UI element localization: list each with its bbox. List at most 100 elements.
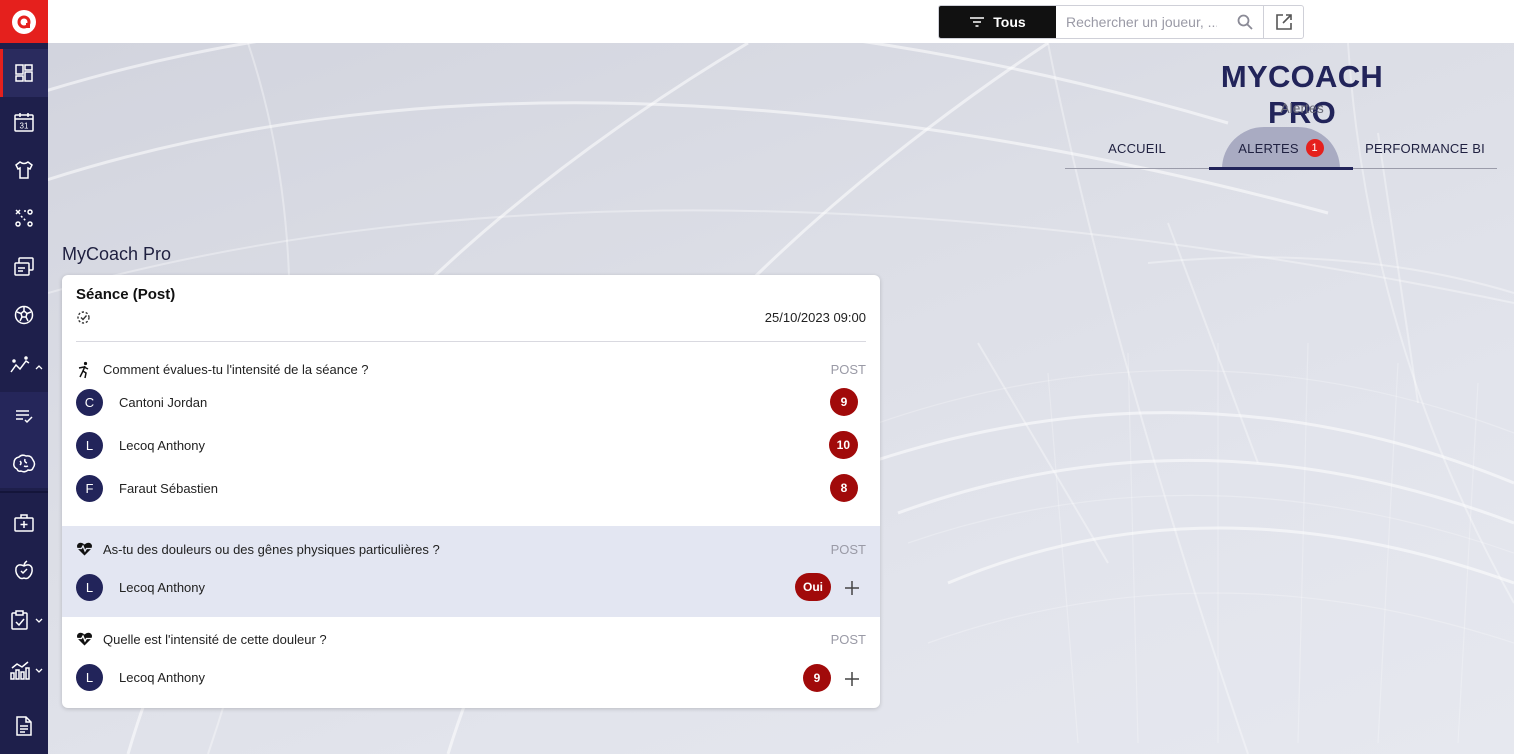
avatar: L xyxy=(76,664,103,691)
jersey-icon xyxy=(15,161,33,179)
nav-documents[interactable] xyxy=(0,702,48,750)
tactics-icon xyxy=(15,209,33,227)
player-name: Cantoni Jordan xyxy=(119,395,208,410)
sidebar-divider xyxy=(0,491,48,493)
avatar: F xyxy=(76,475,103,502)
question-tag: POST xyxy=(830,632,866,647)
brain-icon xyxy=(13,454,36,473)
question-row: Comment évalues-tu l'intensité de la séa… xyxy=(62,360,880,380)
nav-medical[interactable] xyxy=(0,499,48,547)
open-external-icon xyxy=(1275,14,1292,30)
player-response-row[interactable]: C Cantoni Jordan 9 xyxy=(62,387,880,419)
question-tag: POST xyxy=(830,362,866,377)
tab-label: PERFORMANCE BI xyxy=(1365,140,1485,156)
nav-tactics[interactable] xyxy=(0,194,48,242)
nutrition-icon xyxy=(15,560,33,580)
player-name: Faraut Sébastien xyxy=(119,481,219,496)
question-block: Comment évalues-tu l'intensité de la séa… xyxy=(62,357,880,521)
medical-kit-icon xyxy=(14,514,34,532)
heart-pulse-icon xyxy=(77,632,92,646)
chevron-down-icon xyxy=(35,668,43,673)
open-external-button[interactable] xyxy=(1263,6,1303,38)
svg-text:31: 31 xyxy=(20,122,29,131)
dashboard-icon xyxy=(15,64,33,82)
score-badge: 9 xyxy=(830,388,858,416)
heart-pulse-icon xyxy=(77,542,92,556)
tab-performance-bi[interactable]: PERFORMANCE BI xyxy=(1353,127,1497,169)
score-badge: 9 xyxy=(803,664,831,692)
nav-dashboard[interactable] xyxy=(0,49,48,97)
search-icon[interactable] xyxy=(1227,6,1263,38)
player-response-row[interactable]: L Lecoq Anthony 9 xyxy=(62,662,880,694)
question-text: Comment évalues-tu l'intensité de la séa… xyxy=(103,362,369,377)
intensity-icon xyxy=(78,361,89,379)
nav-nutrition[interactable] xyxy=(0,546,48,594)
question-block: Quelle est l'intensité de cette douleur … xyxy=(62,617,880,708)
add-button[interactable] xyxy=(842,669,862,689)
document-icon xyxy=(16,716,32,736)
tab-label: ACCUEIL xyxy=(1108,140,1166,156)
search-input[interactable] xyxy=(1056,6,1227,38)
nav-football[interactable] xyxy=(0,291,48,339)
tab-alertes[interactable]: ALERTES 1 xyxy=(1222,127,1340,169)
chevron-up-icon xyxy=(35,365,43,370)
app-logo[interactable] xyxy=(0,0,48,43)
question-row: Quelle est l'intensité de cette douleur … xyxy=(62,630,880,650)
logo-icon xyxy=(12,9,36,34)
nav-mental[interactable] xyxy=(0,440,48,488)
nav-team[interactable] xyxy=(0,146,48,194)
tab-accueil[interactable]: ACCUEIL xyxy=(1065,127,1209,169)
football-icon xyxy=(14,305,34,325)
player-response-row[interactable]: F Faraut Sébastien 8 xyxy=(62,473,880,505)
question-row: As-tu des douleurs ou des gênes physique… xyxy=(62,540,880,560)
nav-assessments[interactable] xyxy=(0,596,48,644)
session-date: 25/10/2023 09:00 xyxy=(764,310,866,325)
avatar: C xyxy=(76,389,103,416)
score-badge: 8 xyxy=(830,474,858,502)
nav-analytics[interactable] xyxy=(0,646,48,694)
avatar: L xyxy=(76,432,103,459)
calendar-icon: 31 xyxy=(14,113,34,132)
clipboard-check-icon xyxy=(11,610,28,630)
tab-bar: ACCUEIL ALERTES 1 PERFORMANCE BI xyxy=(1065,127,1497,170)
player-response-row[interactable]: L Lecoq Anthony Oui xyxy=(62,572,880,604)
player-name: Lecoq Anthony xyxy=(119,580,206,595)
avatar: L xyxy=(76,574,103,601)
question-text: Quelle est l'intensité de cette douleur … xyxy=(103,632,327,647)
plus-icon xyxy=(845,672,859,686)
nav-cards[interactable] xyxy=(0,243,48,291)
app-title: MYCOACH PRO xyxy=(1220,59,1384,130)
main-content: MYCOACH PRO Alertes ACCUEIL ALERTES 1 PE… xyxy=(48,43,1514,754)
tab-label: ALERTES xyxy=(1238,140,1299,156)
player-name: Lecoq Anthony xyxy=(119,670,206,685)
filter-icon xyxy=(970,17,985,27)
sidebar: 31 xyxy=(0,0,48,754)
nav-calendar[interactable]: 31 xyxy=(0,98,48,146)
card-title: Séance (Post) xyxy=(76,286,176,303)
question-text: As-tu des douleurs ou des gênes physique… xyxy=(103,542,440,557)
player-name: Lecoq Anthony xyxy=(119,438,206,453)
nav-checklist[interactable] xyxy=(0,392,48,440)
alert-count-badge: 1 xyxy=(1305,139,1324,157)
active-tab-indicator xyxy=(1209,167,1353,170)
question-block: As-tu des douleurs ou des gênes physique… xyxy=(62,526,880,617)
in-progress-icon xyxy=(77,311,90,324)
score-badge: 10 xyxy=(828,431,858,459)
performance-icon xyxy=(10,356,30,373)
top-bar: Tous xyxy=(48,0,1514,43)
checklist-icon xyxy=(16,410,33,424)
analytics-icon xyxy=(10,661,30,680)
filter-button[interactable]: Tous xyxy=(939,6,1056,38)
filter-label: Tous xyxy=(993,14,1026,30)
player-response-row[interactable]: L Lecoq Anthony 10 xyxy=(62,430,880,462)
cards-icon xyxy=(14,257,34,276)
nav-performance[interactable] xyxy=(0,342,48,390)
page-subtitle: Alertes xyxy=(1280,100,1324,116)
session-alert-card: Séance (Post) 25/10/2023 09:00 Comment é… xyxy=(62,275,880,708)
card-divider xyxy=(76,341,866,342)
add-button[interactable] xyxy=(842,578,862,598)
question-tag: POST xyxy=(830,542,866,557)
chevron-down-icon xyxy=(35,618,43,623)
plus-icon xyxy=(845,581,859,595)
player-filter-group: Tous xyxy=(938,5,1304,39)
